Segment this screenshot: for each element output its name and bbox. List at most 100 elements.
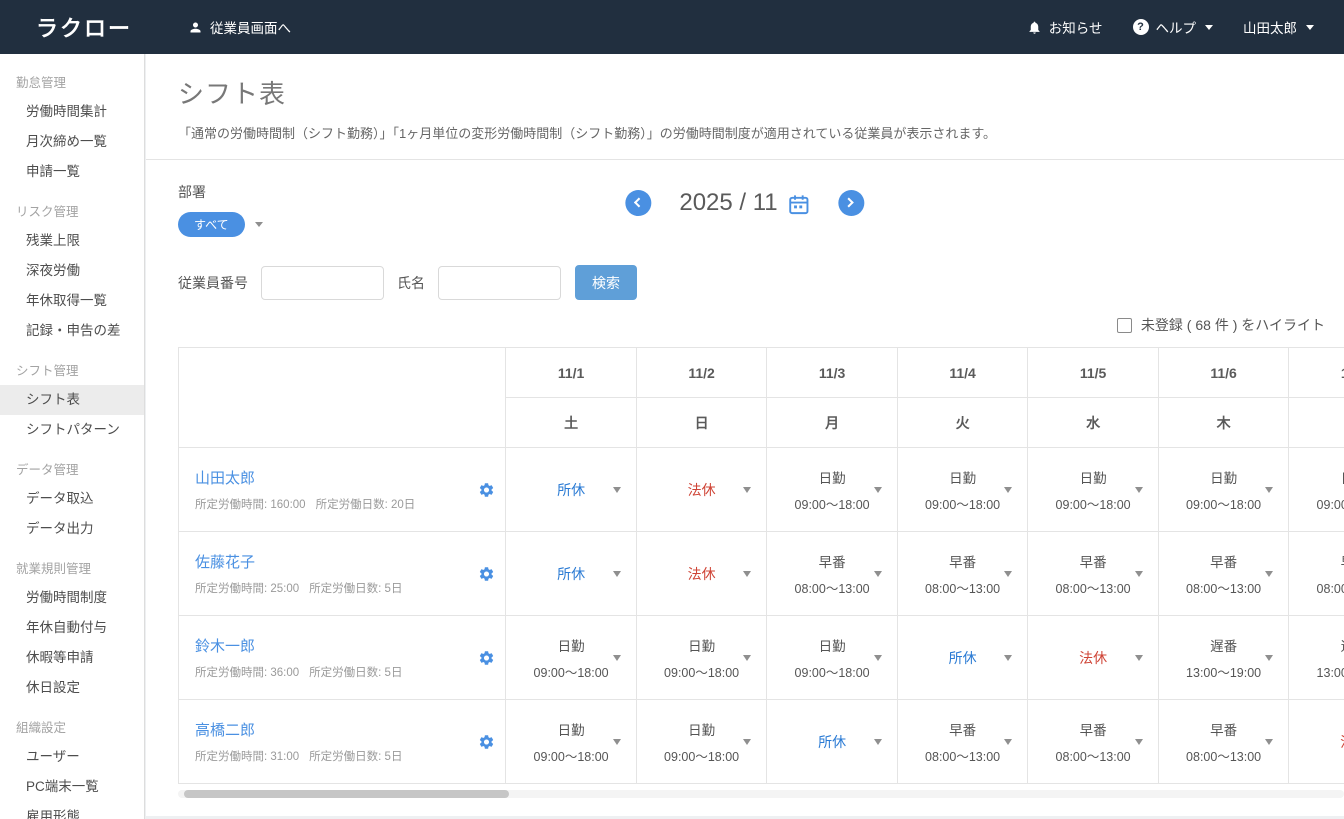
employee-name-link[interactable]: 山田太郎: [195, 467, 255, 488]
chevron-down-icon: [874, 487, 882, 493]
sidebar-item[interactable]: シフト表: [0, 385, 144, 415]
app-logo[interactable]: ラクロー: [36, 11, 132, 43]
shift-cell[interactable]: 日勤09:00～18:00: [636, 616, 767, 700]
sidebar-item[interactable]: 雇用形態: [0, 802, 144, 819]
shift-cell[interactable]: 遅番13:00～19:00: [1158, 616, 1289, 700]
shift-cell[interactable]: 早番08:00～13:00: [897, 700, 1028, 784]
sidebar-item[interactable]: 年休自動付与: [0, 613, 144, 643]
chevron-down-icon[interactable]: [255, 222, 263, 227]
notice-link[interactable]: お知らせ: [1027, 17, 1103, 37]
prev-month-button[interactable]: [625, 190, 651, 216]
highlight-checkbox[interactable]: [1117, 318, 1132, 333]
chevron-down-icon: [613, 571, 621, 577]
sidebar-item[interactable]: 月次締め一覧: [0, 127, 144, 157]
sidebar-item[interactable]: 休日設定: [0, 673, 144, 703]
shift-time-label: 08:00～13:00: [1029, 746, 1157, 765]
shift-cell[interactable]: 日勤09:00～18:00: [1158, 448, 1289, 532]
scrollbar-thumb[interactable]: [184, 790, 509, 798]
employee-number-input[interactable]: [261, 266, 384, 300]
sidebar-item[interactable]: 労働時間制度: [0, 583, 144, 613]
employee-cell: 鈴木一郎所定労働時間: 36:00所定労働日数: 5日: [179, 616, 506, 700]
scheduled-hours: 所定労働時間: 36:00: [195, 664, 299, 680]
shift-time-label: 08:00～13:00: [899, 746, 1027, 765]
employee-name-link[interactable]: 高橋二郎: [195, 719, 255, 740]
sidebar-item[interactable]: 残業上限: [0, 226, 144, 256]
employee-name-link[interactable]: 鈴木一郎: [195, 635, 255, 656]
shift-rest-label: 法休: [1290, 732, 1344, 752]
user-name: 山田太郎: [1243, 17, 1297, 37]
shift-cell[interactable]: 日勤09:00～18:00: [1289, 448, 1344, 532]
chevron-down-icon: [1135, 571, 1143, 577]
shift-cell[interactable]: 日勤09:00～18:00: [1028, 448, 1159, 532]
shift-cell[interactable]: 日勤09:00～18:00: [767, 448, 898, 532]
scheduled-days: 所定労働日数: 20日: [316, 496, 416, 512]
chevron-down-icon: [1004, 655, 1012, 661]
gear-icon[interactable]: [478, 565, 495, 582]
employee-row: 佐藤花子所定労働時間: 25:00所定労働日数: 5日所休法休早番08:00～1…: [179, 532, 1344, 616]
next-month-button[interactable]: [839, 190, 865, 216]
shift-cell[interactable]: 早番08:00～13:00: [897, 532, 1028, 616]
shift-cell[interactable]: 早番08:00～13:00: [1158, 700, 1289, 784]
shift-cell[interactable]: 法休: [1289, 700, 1344, 784]
shift-cell[interactable]: 日勤09:00～18:00: [767, 616, 898, 700]
current-month: 2025 / 11: [679, 189, 777, 217]
chevron-down-icon: [743, 655, 751, 661]
gear-icon[interactable]: [478, 733, 495, 750]
department-select[interactable]: すべて: [178, 212, 245, 237]
shift-time-label: 08:00～13:00: [1029, 578, 1157, 597]
help-label: ヘルプ: [1156, 17, 1197, 37]
shift-cell[interactable]: 早番08:00～13:00: [767, 532, 898, 616]
calendar-icon[interactable]: [788, 193, 811, 216]
day-header-cell: 土: [506, 398, 637, 448]
shift-cell[interactable]: 日勤09:00～18:00: [897, 448, 1028, 532]
shift-type-label: 日勤: [1160, 467, 1288, 487]
horizontal-scrollbar[interactable]: [178, 790, 1344, 798]
sidebar-item[interactable]: 休暇等申請: [0, 643, 144, 673]
sidebar-item[interactable]: データ出力: [0, 514, 144, 544]
help-menu[interactable]: ? ヘルプ: [1133, 17, 1214, 37]
shift-cell[interactable]: 所休: [897, 616, 1028, 700]
sidebar-item[interactable]: データ取込: [0, 484, 144, 514]
shift-cell[interactable]: 法休: [636, 448, 767, 532]
shift-cell[interactable]: 法休: [636, 532, 767, 616]
shift-cell[interactable]: 日勤09:00～18:00: [636, 700, 767, 784]
chevron-down-icon: [1306, 25, 1314, 30]
employee-screen-link[interactable]: 従業員画面へ: [188, 17, 291, 37]
shift-cell[interactable]: 日勤09:00～18:00: [506, 616, 637, 700]
sidebar-item[interactable]: ユーザー: [0, 742, 144, 772]
user-menu[interactable]: 山田太郎: [1243, 17, 1314, 37]
chevron-down-icon: [1004, 571, 1012, 577]
shift-cell[interactable]: 早番08:00～13:00: [1028, 700, 1159, 784]
shift-cell[interactable]: 早番08:00～13:00: [1158, 532, 1289, 616]
shift-cell[interactable]: 早番08:00～13:00: [1289, 532, 1344, 616]
gear-icon[interactable]: [478, 649, 495, 666]
sidebar-item[interactable]: シフトパターン: [0, 415, 144, 445]
shift-time-label: 08:00～13:00: [1290, 578, 1344, 597]
shift-cell[interactable]: 日勤09:00～18:00: [506, 700, 637, 784]
sidebar-item[interactable]: 深夜労働: [0, 256, 144, 286]
chevron-down-icon: [613, 487, 621, 493]
shift-cell[interactable]: 所休: [506, 448, 637, 532]
gear-icon[interactable]: [478, 481, 495, 498]
shift-time-label: 08:00～13:00: [1160, 578, 1288, 597]
shift-time-label: 08:00～13:00: [1160, 746, 1288, 765]
shift-cell[interactable]: 法休: [1028, 616, 1159, 700]
sidebar-item[interactable]: 記録・申告の差: [0, 316, 144, 346]
sidebar-item[interactable]: 年休取得一覧: [0, 286, 144, 316]
chevron-down-icon: [1135, 739, 1143, 745]
shift-cell[interactable]: 早番08:00～13:00: [1028, 532, 1159, 616]
name-input[interactable]: [438, 266, 561, 300]
name-label: 氏名: [397, 273, 425, 293]
shift-time-label: 08:00～13:00: [768, 578, 896, 597]
shift-cell[interactable]: 所休: [506, 532, 637, 616]
shift-time-label: 09:00～18:00: [768, 662, 896, 681]
sidebar-item[interactable]: 労働時間集計: [0, 97, 144, 127]
shift-cell[interactable]: 所休: [767, 700, 898, 784]
chevron-down-icon: [1265, 487, 1273, 493]
search-button[interactable]: 検索: [575, 265, 637, 300]
sidebar-item[interactable]: PC端末一覧: [0, 772, 144, 802]
sidebar-item[interactable]: 申請一覧: [0, 157, 144, 187]
shift-cell[interactable]: 遅番13:00～19:00: [1289, 616, 1344, 700]
employee-name-link[interactable]: 佐藤花子: [195, 551, 255, 572]
shift-table: 11/111/211/311/411/511/611/7 土日月火水木金 山田太…: [178, 347, 1344, 784]
